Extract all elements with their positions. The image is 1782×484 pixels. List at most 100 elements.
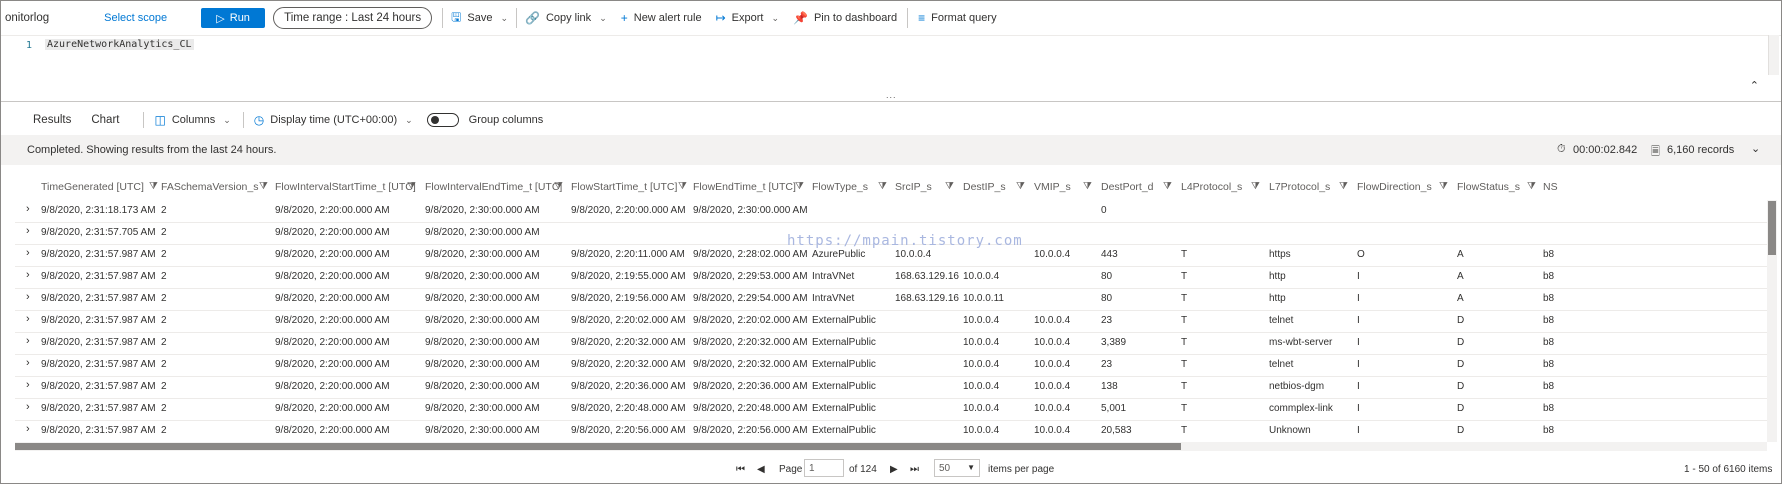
expand-status-icon[interactable]: ⌄ [1751,142,1760,155]
collapse-editor-icon[interactable]: ⌃ [1750,79,1759,92]
last-page-icon[interactable]: ⏭ [910,464,919,475]
records-icon: 🗏 [1651,146,1660,158]
column-header[interactable]: L7Protocol_s [1269,181,1330,193]
select-scope-link[interactable]: Select scope [104,12,167,24]
filter-icon[interactable]: ⧩ [795,181,804,192]
table-cell: 23 [1101,315,1113,326]
filter-icon[interactable]: ⧩ [149,181,158,192]
table-row[interactable]: › 9/8/2020, 2:31:57.987 AM 2 9/8/2020, 2:20… [15,288,1767,311]
table-cell: 9/8/2020, 2:20:00.000 AM [571,205,686,216]
query-text[interactable]: AzureNetworkAnalytics_CL [45,39,194,50]
prev-page-icon[interactable]: ◀ [757,464,765,475]
filter-icon[interactable]: ⧩ [554,181,563,192]
filter-icon[interactable]: ⧩ [1251,181,1260,192]
filter-icon[interactable]: ⧩ [1083,181,1092,192]
table-row[interactable]: › 9/8/2020, 2:31:18.173 AM 2 9/8/2020, 2:20… [15,200,1767,223]
first-page-icon[interactable]: ⏮ [736,464,745,475]
resize-grip[interactable]: ... [886,90,897,100]
display-time-button[interactable]: ◷ Display time (UTC+00:00) ⌄ [254,105,413,135]
editor-scrollbar[interactable] [1768,35,1779,75]
horizontal-scroll-thumb[interactable] [15,443,1181,450]
next-page-icon[interactable]: ▶ [890,464,898,475]
expand-row-icon[interactable]: › [26,313,30,325]
table-cell: 9/8/2020, 2:20:00.000 AM [275,205,390,216]
filter-icon[interactable]: ⧩ [1439,181,1448,192]
page-count: of 124 [849,464,877,475]
column-header[interactable]: DestIP_s [963,181,1006,193]
page-size-select[interactable]: 50 ▼ [934,459,980,477]
filter-icon[interactable]: ⧩ [1163,181,1172,192]
column-header[interactable]: FlowStartTime_t [UTC] [571,181,677,193]
expand-row-icon[interactable]: › [26,291,30,303]
expand-row-icon[interactable]: › [26,269,30,281]
expand-row-icon[interactable]: › [26,401,30,413]
status-message: Completed. Showing results from the last… [27,144,277,156]
pin-to-dashboard-button[interactable]: 📌 Pin to dashboard [793,1,897,35]
table-row[interactable]: › 9/8/2020, 2:31:57.987 AM 2 9/8/2020, 2:20… [15,420,1767,442]
table-row[interactable]: › 9/8/2020, 2:31:57.987 AM 2 9/8/2020, 2:20… [15,354,1767,377]
column-header[interactable]: DestPort_d [1101,181,1154,193]
copy-link-button[interactable]: 🔗 Copy link ⌄ [525,1,607,35]
expand-row-icon[interactable]: › [26,379,30,391]
filter-icon[interactable]: ⧩ [1016,181,1025,192]
filter-icon[interactable]: ⧩ [678,181,687,192]
time-range-picker[interactable]: Time range : Last 24 hours [273,7,433,29]
scope-name: onitorlog [5,12,50,24]
table-row[interactable]: › 9/8/2020, 2:31:57.987 AM 2 9/8/2020, 2:20… [15,266,1767,289]
column-header[interactable]: FlowType_s [812,181,868,193]
run-button[interactable]: ▷ Run [201,8,266,28]
column-header[interactable]: FlowIntervalStartTime_t [UTC] [275,181,416,193]
expand-row-icon[interactable]: › [26,225,30,237]
table-row[interactable]: › 9/8/2020, 2:31:57.987 AM 2 9/8/2020, 2:20… [15,376,1767,399]
table-cell: 9/8/2020, 2:20:00.000 AM [275,293,390,304]
column-header[interactable]: TimeGenerated [UTC] [41,181,144,193]
expand-row-icon[interactable]: › [26,203,30,215]
splitter[interactable] [1,101,1781,102]
table-cell: 80 [1101,271,1113,282]
filter-icon[interactable]: ⧩ [1339,181,1348,192]
column-header[interactable]: L4Protocol_s [1181,181,1242,193]
filter-icon[interactable]: ⧩ [945,181,954,192]
column-header[interactable]: NS [1543,181,1558,193]
filter-icon[interactable]: ⧩ [259,181,268,192]
toggle-knob [430,116,439,124]
run-label: Run [229,12,250,24]
table-cell: 9/8/2020, 2:20:36.000 AM [571,381,686,392]
group-columns-toggle[interactable] [426,113,459,127]
query-editor[interactable]: 1 AzureNetworkAnalytics_CL ⌃ ... [1,35,1781,100]
column-header[interactable]: FlowDirection_s [1357,181,1432,193]
tab-chart[interactable]: Chart [87,114,123,126]
column-header[interactable]: FlowIntervalEndTime_t [UTC] [425,181,562,193]
column-header[interactable]: SrcIP_s [895,181,932,193]
save-button[interactable]: 🖫 Save ⌄ [451,1,508,35]
expand-row-icon[interactable]: › [26,335,30,347]
format-query-button[interactable]: ≡ Format query [918,1,996,35]
column-header[interactable]: VMIP_s [1034,181,1071,193]
filter-icon[interactable]: ⧩ [878,181,887,192]
page-input[interactable]: 1 [804,459,844,477]
column-header[interactable]: FlowStatus_s [1457,181,1520,193]
table-cell: 9/8/2020, 2:19:56.000 AM [571,293,686,304]
column-header[interactable]: FlowEndTime_t [UTC] [693,181,796,193]
filter-icon[interactable]: ⧩ [407,181,416,192]
columns-button[interactable]: ◫ Columns ⌄ [154,105,230,135]
tab-results[interactable]: Results [29,114,75,126]
column-header[interactable]: FASchemaVersion_s [161,181,258,193]
table-cell: 9/8/2020, 2:30:00.000 AM [425,315,540,326]
table-cell: 2 [161,315,167,326]
pin-label: Pin to dashboard [813,12,898,24]
expand-row-icon[interactable]: › [26,247,30,259]
table-row[interactable]: › 9/8/2020, 2:31:57.987 AM 2 9/8/2020, 2:20… [15,332,1767,355]
expand-row-icon[interactable]: › [26,423,30,435]
expand-row-icon[interactable]: › [26,357,30,369]
table-cell: 9/8/2020, 2:31:57.987 AM [41,381,156,392]
filter-icon[interactable]: ⧩ [1527,181,1536,192]
table-row[interactable]: › 9/8/2020, 2:31:57.987 AM 2 9/8/2020, 2:20… [15,310,1767,333]
table-cell: 10.0.0.4 [1034,359,1071,370]
save-icon: 🖫 [451,9,462,24]
vertical-scroll-thumb[interactable] [1768,201,1776,255]
export-button[interactable]: ↦ Export ⌄ [716,1,779,35]
new-alert-rule-button[interactable]: + New alert rule [621,1,702,35]
table-row[interactable]: › 9/8/2020, 2:31:57.987 AM 2 9/8/2020, 2:20… [15,398,1767,421]
table-cell: 10.0.0.4 [963,425,1000,436]
